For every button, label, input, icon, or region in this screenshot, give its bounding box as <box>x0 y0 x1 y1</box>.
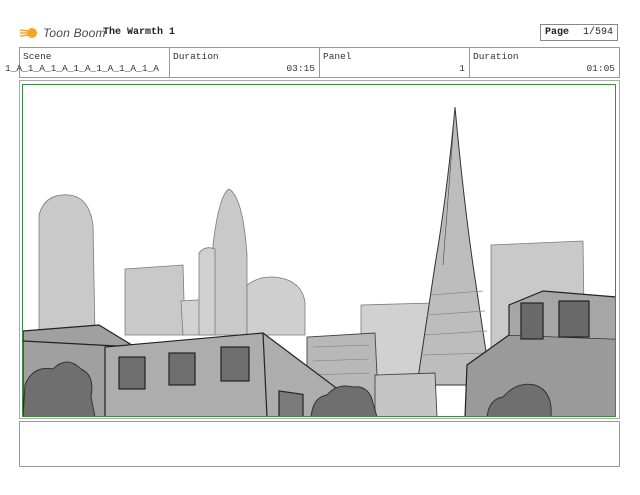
panel-duration-value: 01:05 <box>586 63 615 74</box>
window-1 <box>118 356 146 390</box>
panel-duration-label: Duration <box>473 51 519 62</box>
gherkin-tower <box>210 188 248 336</box>
rounded-tower-left <box>38 194 96 336</box>
window-2 <box>168 352 196 386</box>
duration-cell: Duration 03:15 <box>170 48 320 77</box>
foreground-long-building <box>104 332 336 416</box>
shard-tower <box>416 106 492 386</box>
storyboard-title: The Warmth 1 <box>103 27 176 38</box>
round-block <box>246 276 306 336</box>
toon-boom-logo: Toon Boom <box>20 22 106 44</box>
right-window-1 <box>520 302 544 340</box>
page-label: Page <box>545 27 570 38</box>
mid-block-tower <box>124 264 186 336</box>
duration-label: Duration <box>173 51 219 62</box>
window-3 <box>220 346 250 382</box>
duration-value: 03:15 <box>286 63 315 74</box>
panel-info-row: Scene 1_A_1_A_1_A_1_A_1_A_1_A_1_A Durati… <box>5 47 620 78</box>
right-window-2 <box>558 300 590 338</box>
panel-value: 1 <box>459 63 465 74</box>
logo-text: Toon Boom <box>43 26 106 40</box>
sun-logo-icon <box>20 28 37 38</box>
panel-cell: Panel 1 <box>320 48 470 77</box>
small-tower <box>198 247 216 336</box>
scene-value: 1_A_1_A_1_A_1_A_1_A_1_A_1_A <box>5 63 159 74</box>
window-4 <box>278 390 304 416</box>
scene-label: Scene <box>23 51 52 62</box>
panel-frame <box>22 84 616 417</box>
scene-cell: Scene 1_A_1_A_1_A_1_A_1_A_1_A_1_A <box>5 48 170 77</box>
panel-label: Panel <box>323 51 352 62</box>
page-indicator: Page 1/594 <box>540 24 618 41</box>
cityscape-sketch <box>23 106 615 416</box>
panel-notes-area[interactable] <box>19 421 620 467</box>
page-value: 1/594 <box>582 27 613 38</box>
panel-duration-cell: Duration 01:05 <box>470 48 619 77</box>
